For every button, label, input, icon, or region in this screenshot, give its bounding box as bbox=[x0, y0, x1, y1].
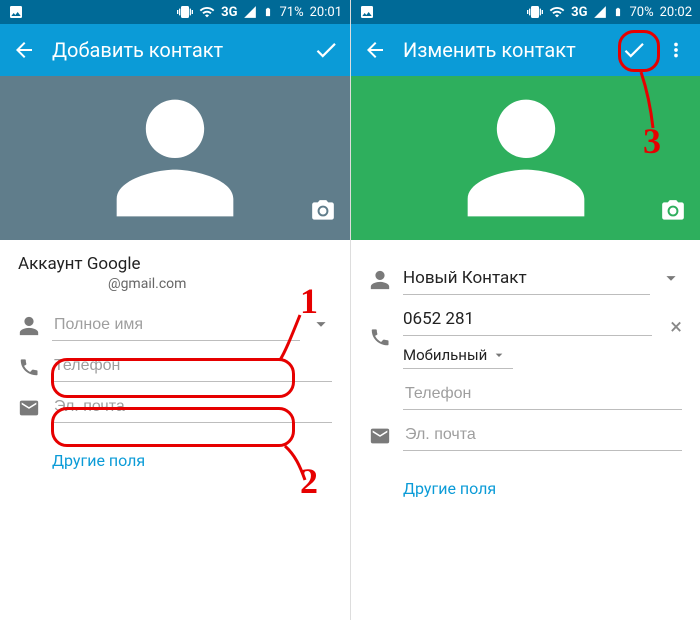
contact-name-value[interactable]: Новый Контакт bbox=[403, 264, 650, 295]
page-title: Добавить контакт bbox=[52, 38, 298, 62]
action-bar: Изменить контакт bbox=[351, 24, 700, 76]
contact-photo-area[interactable] bbox=[0, 76, 350, 240]
person-icon bbox=[369, 269, 403, 291]
phone-icon bbox=[18, 356, 52, 378]
overflow-menu-icon[interactable] bbox=[662, 36, 690, 64]
phone-input[interactable] bbox=[52, 351, 332, 382]
account-email: @gmail.com bbox=[108, 276, 332, 292]
screenshot-icon bbox=[8, 4, 87, 20]
screenshot-icon bbox=[359, 4, 437, 20]
screen-edit-contact: 3G 70% 20:02 Изменить контакт bbox=[350, 0, 700, 620]
network-type: 3G bbox=[571, 5, 587, 20]
signal-icon bbox=[593, 5, 607, 19]
phone-value[interactable]: 0652 281 bbox=[403, 305, 652, 336]
status-bar: 3G 70% 20:02 bbox=[351, 0, 700, 24]
email-field[interactable] bbox=[403, 420, 682, 451]
clock: 20:01 bbox=[310, 5, 342, 20]
full-name-field[interactable] bbox=[52, 310, 300, 341]
email-field[interactable] bbox=[52, 392, 332, 423]
phone-type-dropdown[interactable]: Мобильный bbox=[403, 346, 513, 369]
more-fields-link[interactable]: Другие поля bbox=[52, 451, 145, 470]
email-icon bbox=[369, 425, 403, 447]
battery-icon bbox=[613, 4, 623, 20]
status-bar: 3G 71% 20:01 bbox=[0, 0, 350, 24]
confirm-button[interactable] bbox=[312, 36, 340, 64]
email-icon bbox=[18, 397, 52, 419]
screen-add-contact: 3G 71% 20:01 Добавить контакт Аккаунт Go… bbox=[0, 0, 350, 620]
name-field[interactable]: Новый Контакт bbox=[403, 264, 650, 295]
battery-icon bbox=[263, 4, 273, 20]
phone-field[interactable] bbox=[52, 351, 332, 382]
wifi-icon bbox=[199, 4, 215, 20]
wifi-icon bbox=[549, 4, 565, 20]
signal-icon bbox=[243, 5, 257, 19]
action-bar: Добавить контакт bbox=[0, 24, 350, 76]
extra-phone-field[interactable] bbox=[403, 379, 682, 410]
expand-name-icon[interactable] bbox=[310, 313, 332, 339]
phone-type-label: Мобильный bbox=[403, 346, 487, 364]
back-button[interactable] bbox=[361, 36, 389, 64]
extra-phone-input[interactable] bbox=[403, 379, 682, 410]
contact-photo-area[interactable] bbox=[351, 76, 700, 240]
expand-name-icon[interactable] bbox=[660, 267, 682, 293]
battery-percent: 70% bbox=[629, 5, 653, 20]
email-input[interactable] bbox=[52, 392, 332, 423]
clock: 20:02 bbox=[660, 5, 692, 20]
vibrate-icon bbox=[527, 4, 543, 20]
person-icon bbox=[18, 315, 52, 337]
vibrate-icon bbox=[177, 4, 193, 20]
back-button[interactable] bbox=[10, 36, 38, 64]
email-input[interactable] bbox=[403, 420, 682, 451]
full-name-input[interactable] bbox=[52, 310, 300, 341]
confirm-button[interactable] bbox=[620, 36, 648, 64]
battery-percent: 71% bbox=[279, 5, 303, 20]
account-label: Аккаунт Google bbox=[18, 254, 332, 274]
page-title: Изменить контакт bbox=[403, 38, 606, 62]
camera-icon[interactable] bbox=[660, 198, 686, 228]
clear-phone-icon[interactable]: × bbox=[670, 315, 682, 340]
camera-icon[interactable] bbox=[310, 198, 336, 228]
more-fields-link[interactable]: Другие поля bbox=[403, 479, 496, 498]
network-type: 3G bbox=[221, 5, 237, 20]
phone-icon bbox=[369, 326, 403, 348]
